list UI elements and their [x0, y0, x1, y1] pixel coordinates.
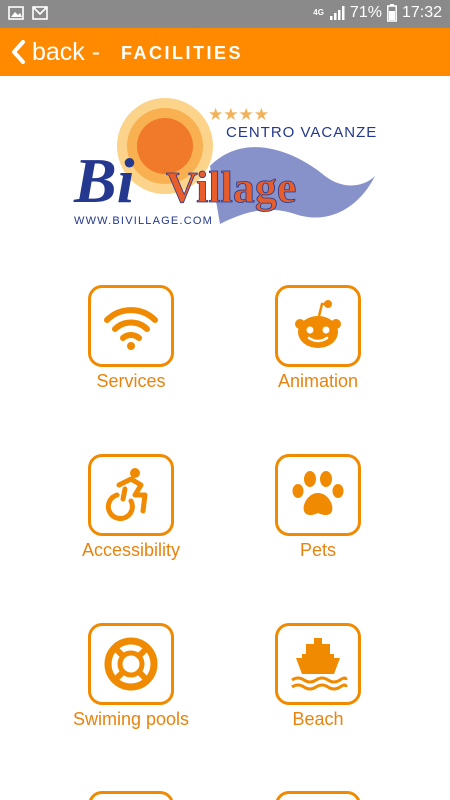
logo-stars: ★★★★: [208, 105, 269, 124]
tile-box: [88, 454, 174, 536]
chevron-left-icon: [12, 40, 25, 64]
logo-url: WWW.BIVILLAGE.COM: [74, 215, 213, 227]
clock: 17:32: [401, 4, 442, 21]
facility-label: Animation: [277, 371, 359, 391]
facility-tile-partial[interactable]: [56, 791, 206, 800]
tile-box: [275, 285, 361, 367]
app-header: back - FACILITIES: [0, 28, 450, 76]
notification-icons: [8, 6, 48, 20]
life-ring-icon: [104, 637, 158, 691]
system-indicators: 4G 71% 17:32: [313, 4, 442, 22]
facility-pets[interactable]: Pets: [243, 454, 393, 584]
facility-swimming-pools[interactable]: Swiming pools: [56, 623, 206, 753]
back-label: back -: [32, 37, 101, 66]
battery-percent: 71%: [349, 4, 382, 21]
facility-beach[interactable]: Beach: [243, 623, 393, 753]
status-bar: 4G 71% 17:32: [0, 0, 450, 28]
page-title: FACILITIES: [121, 43, 244, 63]
battery-icon: [387, 4, 397, 22]
logo-tagline: CENTRO VACANZE: [226, 124, 377, 141]
facility-label: Swiming pools: [72, 709, 190, 729]
tile-box: [275, 623, 361, 705]
signal-icon: [329, 6, 345, 20]
bivillage-logo: ★★★★ CENTRO VACANZE Bi Village WWW.BIVIL…: [73, 98, 377, 227]
smiley-robot-icon: [295, 300, 341, 348]
wheelchair-icon: [105, 468, 148, 522]
facility-label: Services: [96, 371, 166, 391]
tile-box: [275, 454, 361, 536]
facility-services[interactable]: Services: [56, 285, 206, 415]
facility-label: Beach: [292, 709, 344, 729]
facility-label: Accessibility: [81, 540, 181, 560]
logo-brand-bi: Bi: [73, 145, 135, 216]
paw-icon: [292, 471, 344, 515]
facility-tile-partial[interactable]: [243, 791, 393, 800]
wifi-icon: [104, 307, 158, 350]
facility-accessibility[interactable]: Accessibility: [56, 454, 206, 584]
ship-icon: [291, 638, 348, 691]
facility-animation[interactable]: Animation: [243, 285, 393, 415]
logo-brand-village: Village: [166, 163, 296, 212]
image-icon: [8, 6, 24, 20]
tile-box: [88, 791, 174, 800]
tile-box: [88, 285, 174, 367]
tile-box: [275, 791, 361, 800]
back-button[interactable]: back -: [10, 34, 100, 70]
network-type: 4G: [313, 8, 324, 17]
facility-label: Pets: [299, 540, 337, 560]
mail-icon: [32, 6, 48, 20]
tile-box: [88, 623, 174, 705]
